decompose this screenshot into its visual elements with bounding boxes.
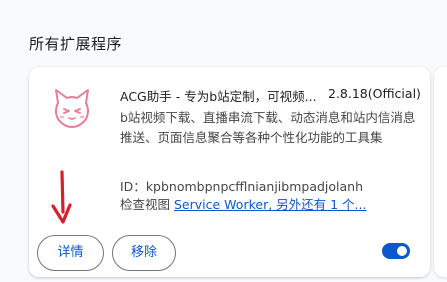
next-extension-card-edge bbox=[434, 67, 447, 277]
remove-button[interactable]: 移除 bbox=[112, 235, 176, 271]
toggle-knob bbox=[397, 246, 407, 256]
extension-enable-toggle[interactable] bbox=[382, 243, 410, 259]
red-arrow-annotation bbox=[51, 170, 72, 224]
service-worker-link[interactable]: Service Worker, 另外还有 1 个... bbox=[174, 197, 366, 212]
extension-id-row: ID：kpbnombpnpcfflnianjibmpadjolanh bbox=[120, 176, 363, 195]
cat-face-icon bbox=[55, 89, 89, 128]
extension-id-value: kpbnombpnpcfflnianjibmpadjolanh bbox=[145, 179, 364, 194]
inspect-views-row: 检查视图 Service Worker, 另外还有 1 个... bbox=[120, 194, 366, 213]
section-title: 所有扩展程序 bbox=[29, 35, 123, 53]
details-button[interactable]: 详情 bbox=[37, 235, 104, 271]
inspect-views-label: 检查视图 bbox=[120, 197, 171, 212]
extension-name: ACG助手 - 专为b站定制，可视频... bbox=[120, 89, 317, 104]
extension-description: b站视频下载、直播串流下载、动态消息和站内信消息推送、页面信息聚合等各种个性化功… bbox=[120, 110, 416, 145]
extension-id-label: ID： bbox=[120, 179, 146, 194]
extension-version: 2.8.18(Official) bbox=[328, 86, 421, 101]
